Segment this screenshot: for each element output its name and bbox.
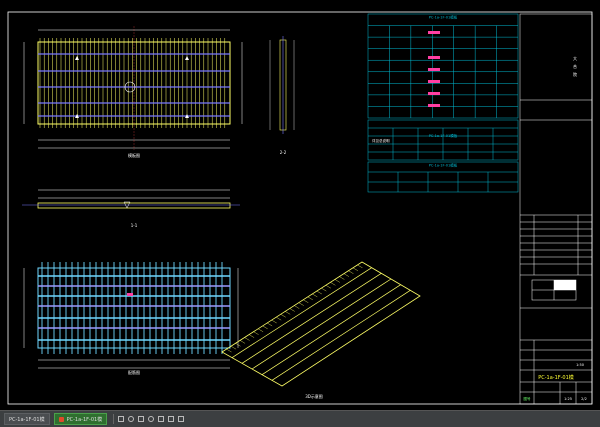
title-block <box>519 13 593 405</box>
plan-view-top <box>23 26 243 150</box>
table-mid <box>367 119 519 161</box>
iso-view <box>221 261 421 387</box>
svg-text:合: 合 <box>573 63 577 69</box>
refresh-icon[interactable] <box>148 416 155 422</box>
note-text: 详见总说明 <box>372 138 390 143</box>
taskbar-divider <box>113 414 115 424</box>
taskbar-tab-label: PC-1a-1F-01模 <box>9 416 45 423</box>
label-plan-top: 模板图 <box>128 152 140 158</box>
svg-text:院: 院 <box>573 71 577 77</box>
print-icon[interactable] <box>168 416 175 422</box>
layers-icon[interactable] <box>158 416 165 422</box>
drawing-number: PC-1a-1F-01模 <box>538 374 574 381</box>
label-section: 1-1 <box>131 223 138 228</box>
taskbar-tab-label: PC-1a-1F-01模 <box>66 416 103 423</box>
lower-table-title: PC-1a-1F-01模板 <box>429 163 458 168</box>
cad-drawing-canvas[interactable]: 模板图 2-2 1-1 配筋图 3D示意图 PC-1a-1F-01模板 PC-1… <box>0 0 600 410</box>
table-top <box>367 13 519 119</box>
label-rebar: 配筋图 <box>128 369 140 375</box>
taskbar-tab-2[interactable]: PC-1a-1F-01模 <box>53 413 108 425</box>
taskbar: PC-1a-1F-01模 PC-1a-1F-01模 <box>0 410 600 427</box>
section-view <box>22 189 240 209</box>
settings-icon[interactable] <box>128 416 135 422</box>
rebar-view <box>23 262 239 369</box>
label-side: 2-2 <box>280 150 287 155</box>
zoom-icon[interactable] <box>138 416 145 422</box>
mid-table-title: PC-1a-1F-01模板 <box>429 133 458 138</box>
svg-text:大: 大 <box>573 55 577 61</box>
side-view <box>269 36 295 134</box>
taskbar-tab-1[interactable]: PC-1a-1F-01模 <box>4 413 50 425</box>
scale-value: 1:25 <box>564 397 572 401</box>
expand-icon[interactable] <box>178 416 185 422</box>
file-icon <box>58 416 64 422</box>
top-table-title: PC-1a-1F-01模板 <box>429 15 458 20</box>
page-value: 1:50 <box>576 363 584 367</box>
sheet-number: 2/2 <box>581 397 587 401</box>
window-icon[interactable] <box>118 416 125 422</box>
label-iso: 3D示意图 <box>305 393 323 399</box>
title-block-fill <box>554 280 576 290</box>
drawing-code: 图号 <box>524 396 532 401</box>
